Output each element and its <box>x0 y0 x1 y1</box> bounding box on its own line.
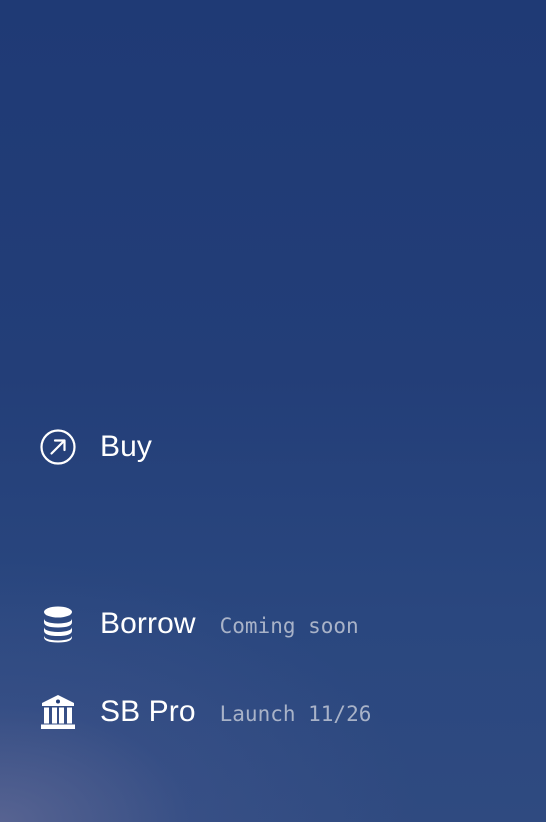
menu-item-buy[interactable]: Buy <box>38 427 152 467</box>
menu-item-label: Buy <box>100 430 152 463</box>
coin-stack-icon <box>38 604 78 644</box>
main-menu: Buy Borrow Coming soon SB Pro Launch 11/… <box>0 0 546 822</box>
menu-item-label: SB Pro <box>100 695 196 728</box>
arrow-up-right-circle-icon <box>38 427 78 467</box>
menu-item-sb-pro[interactable]: SB Pro Launch 11/26 <box>38 692 371 732</box>
menu-item-borrow[interactable]: Borrow Coming soon <box>38 604 359 644</box>
status-badge: Coming soon <box>219 614 359 638</box>
bank-building-icon <box>38 692 78 732</box>
status-badge: Launch 11/26 <box>219 702 372 726</box>
menu-item-label: Borrow <box>100 607 196 640</box>
